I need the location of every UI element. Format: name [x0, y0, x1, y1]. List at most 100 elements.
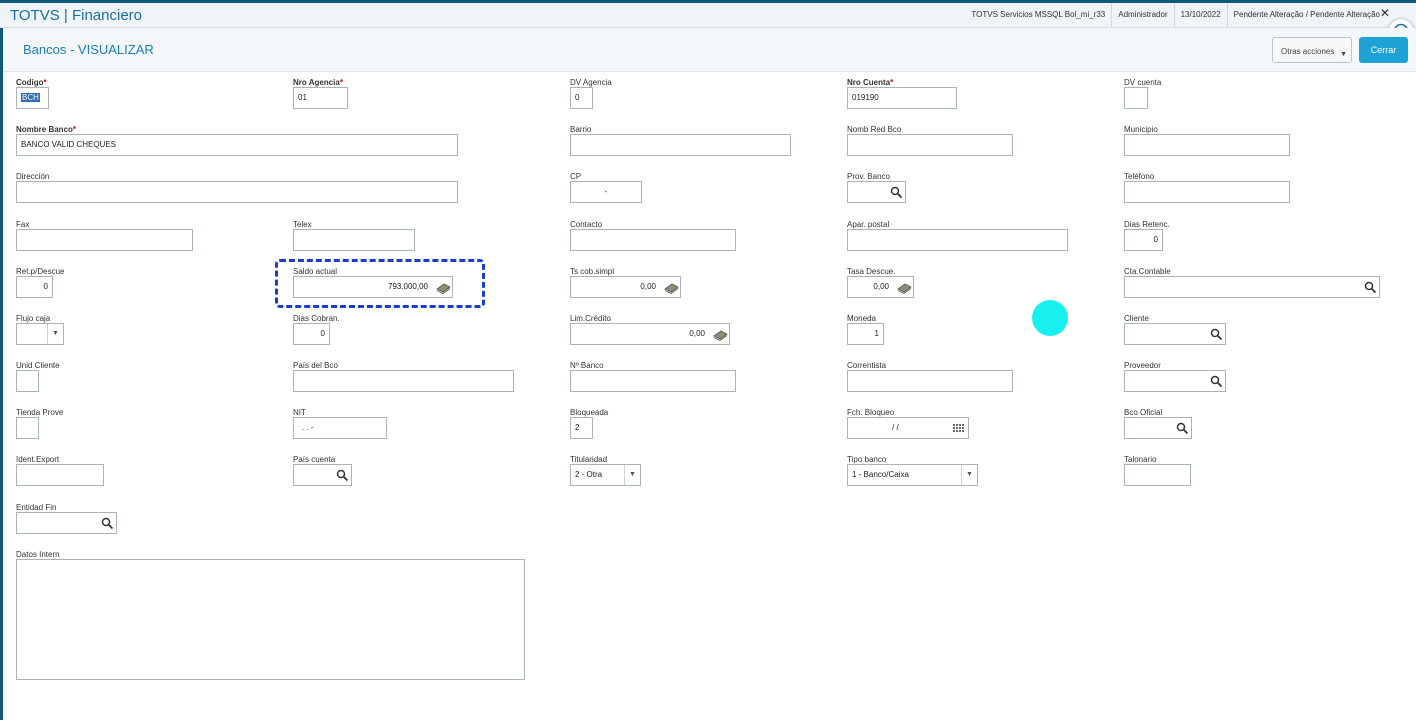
nit-field[interactable]: . . - — [293, 417, 387, 439]
barrio-field[interactable] — [570, 134, 791, 156]
nro-agencia-label: Nro Agencia* — [293, 78, 343, 87]
titularidad-select[interactable]: 2 - Otra ▼ — [570, 464, 641, 486]
municipio-field[interactable] — [1124, 134, 1290, 156]
codigo-label: Codigo* — [16, 78, 47, 87]
contacto-field[interactable] — [570, 229, 736, 251]
moneda-field[interactable]: 1 — [847, 323, 884, 345]
chevron-down-icon[interactable]: ▼ — [47, 324, 63, 344]
ts-cob-simpl-field[interactable]: 0,00 — [570, 276, 681, 298]
tipo-banco-value: 1 - Banco/Caixa — [852, 470, 909, 479]
pais-cuenta-field[interactable] — [293, 464, 352, 486]
bco-oficial-field[interactable] — [1124, 417, 1192, 439]
unid-cliente-field[interactable] — [16, 370, 39, 392]
proveedor-label: Proveedor — [1124, 361, 1161, 370]
tienda-prove-label: Tienda Prove — [16, 408, 64, 417]
bloqueada-label: Bloqueada — [570, 408, 609, 417]
lim-credito-field[interactable]: 0,00 — [570, 323, 730, 345]
talonario-label: Talonario — [1124, 455, 1157, 464]
top-bar: TOTVS | Financiero TOTVS Servicios MSSQL… — [0, 0, 1416, 28]
ret-p-descue-label: Ret.p/Descue — [16, 267, 65, 276]
close-icon[interactable]: ✕ — [1380, 6, 1390, 20]
fch-bloqueo-field[interactable]: / / — [847, 417, 969, 439]
dias-retenc-field[interactable]: 0 — [1124, 229, 1163, 251]
cp-field[interactable]: - — [570, 181, 642, 203]
ts-cob-simpl-label: Ts cob.simpl — [570, 267, 615, 276]
ident-export-label: Ident.Export — [16, 455, 60, 464]
fax-field[interactable] — [16, 229, 193, 251]
lim-credito-label: Lim.Crédito — [570, 314, 611, 323]
dv-cuenta-field[interactable] — [1124, 87, 1148, 109]
contacto-label: Contacto — [570, 220, 603, 229]
pais-del-bco-field[interactable] — [293, 370, 514, 392]
search-icon[interactable] — [1176, 422, 1189, 435]
dv-cuenta-label: DV cuenta — [1124, 78, 1162, 87]
dias-retenc-label: Dias Retenc. — [1124, 220, 1170, 229]
entidad-fin-label: Entidad Fin — [16, 503, 57, 512]
tipo-banco-label: Tipo banco — [847, 455, 887, 464]
ident-export-field[interactable] — [16, 464, 104, 486]
flujo-caja-label: Flujo caja — [16, 314, 51, 323]
direccion-field[interactable] — [16, 181, 458, 203]
search-icon[interactable] — [1210, 375, 1223, 388]
nomb-red-bco-field[interactable] — [847, 134, 1013, 156]
fch-bloqueo-label: Fch. Bloqueo — [847, 408, 895, 417]
cliente-field[interactable] — [1124, 323, 1226, 345]
nombre-banco-field[interactable]: BANCO VALID CHEQUES — [16, 134, 458, 156]
chevron-down-icon[interactable]: ▼ — [961, 465, 977, 485]
cta-contable-field[interactable] — [1124, 276, 1380, 298]
bloqueada-field[interactable]: 2 — [570, 417, 593, 439]
telex-field[interactable] — [293, 229, 415, 251]
highlight-box — [275, 259, 485, 308]
telex-label: Telex — [293, 220, 312, 229]
nomb-red-bco-label: Nomb Red Bco — [847, 125, 902, 134]
cursor-indicator — [1032, 300, 1068, 336]
other-actions-button[interactable]: Otras acciones ▼ — [1272, 37, 1352, 63]
correntista-field[interactable] — [847, 370, 1013, 392]
prov-banco-field[interactable] — [847, 181, 906, 203]
money-icon[interactable] — [713, 328, 728, 341]
flujo-caja-select[interactable]: ▼ — [16, 323, 64, 345]
tasa-descue-field[interactable]: 0,00 — [847, 276, 914, 298]
codigo-field[interactable]: BCH — [16, 87, 49, 109]
tienda-prove-field[interactable] — [16, 417, 39, 439]
user-label[interactable]: Administrador — [1111, 3, 1173, 27]
top-info: TOTVS Servicios MSSQL Bol_mi_r33 Adminis… — [965, 3, 1386, 27]
prov-banco-label: Prov. Banco — [847, 172, 890, 181]
ts-cob-simpl-value: 0,00 — [640, 282, 656, 291]
fax-label: Fax — [16, 220, 30, 229]
moneda-label: Moneda — [847, 314, 876, 323]
nro-cuenta-field[interactable]: 019190 — [847, 87, 957, 109]
search-icon[interactable] — [890, 186, 903, 199]
bco-oficial-label: Bco Oficial — [1124, 408, 1163, 417]
environment-label: TOTVS Servicios MSSQL Bol_mi_r33 — [971, 10, 1106, 19]
money-icon[interactable] — [664, 281, 679, 294]
proveedor-field[interactable] — [1124, 370, 1226, 392]
nro-agencia-field[interactable]: 01 — [293, 87, 348, 109]
search-icon[interactable] — [336, 469, 349, 482]
tasa-descue-label: Tasa Descue. — [847, 267, 896, 276]
money-icon[interactable] — [897, 281, 912, 294]
titularidad-value: 2 - Otra — [575, 470, 603, 479]
search-icon[interactable] — [101, 517, 114, 530]
titularidad-label: Titularidad — [570, 455, 608, 464]
search-icon[interactable] — [1364, 281, 1377, 294]
dv-agencia-field[interactable]: 0 — [570, 87, 593, 109]
search-icon[interactable] — [1210, 328, 1223, 341]
calendar-icon[interactable] — [952, 422, 965, 435]
chevron-down-icon[interactable]: ▼ — [624, 465, 640, 485]
entidad-fin-field[interactable] — [16, 512, 117, 534]
tipo-banco-select[interactable]: 1 - Banco/Caixa ▼ — [847, 464, 978, 486]
ret-p-descue-field[interactable]: 0 — [16, 276, 53, 298]
page-title: Bancos - VISUALIZAR — [23, 42, 154, 57]
dias-cobran-field[interactable]: 0 — [293, 323, 330, 345]
n-banco-field[interactable] — [570, 370, 736, 392]
apar-postal-field[interactable] — [847, 229, 1068, 251]
talonario-field[interactable] — [1124, 464, 1191, 486]
datos-intern-textarea[interactable] — [16, 559, 525, 680]
cp-label: CP — [570, 172, 582, 181]
pais-cuenta-label: País cuenta — [293, 455, 336, 464]
barrio-label: Barrio — [570, 125, 592, 134]
telefono-field[interactable] — [1124, 181, 1290, 203]
municipio-label: Municipio — [1124, 125, 1158, 134]
close-button[interactable]: Cerrar — [1359, 37, 1408, 63]
